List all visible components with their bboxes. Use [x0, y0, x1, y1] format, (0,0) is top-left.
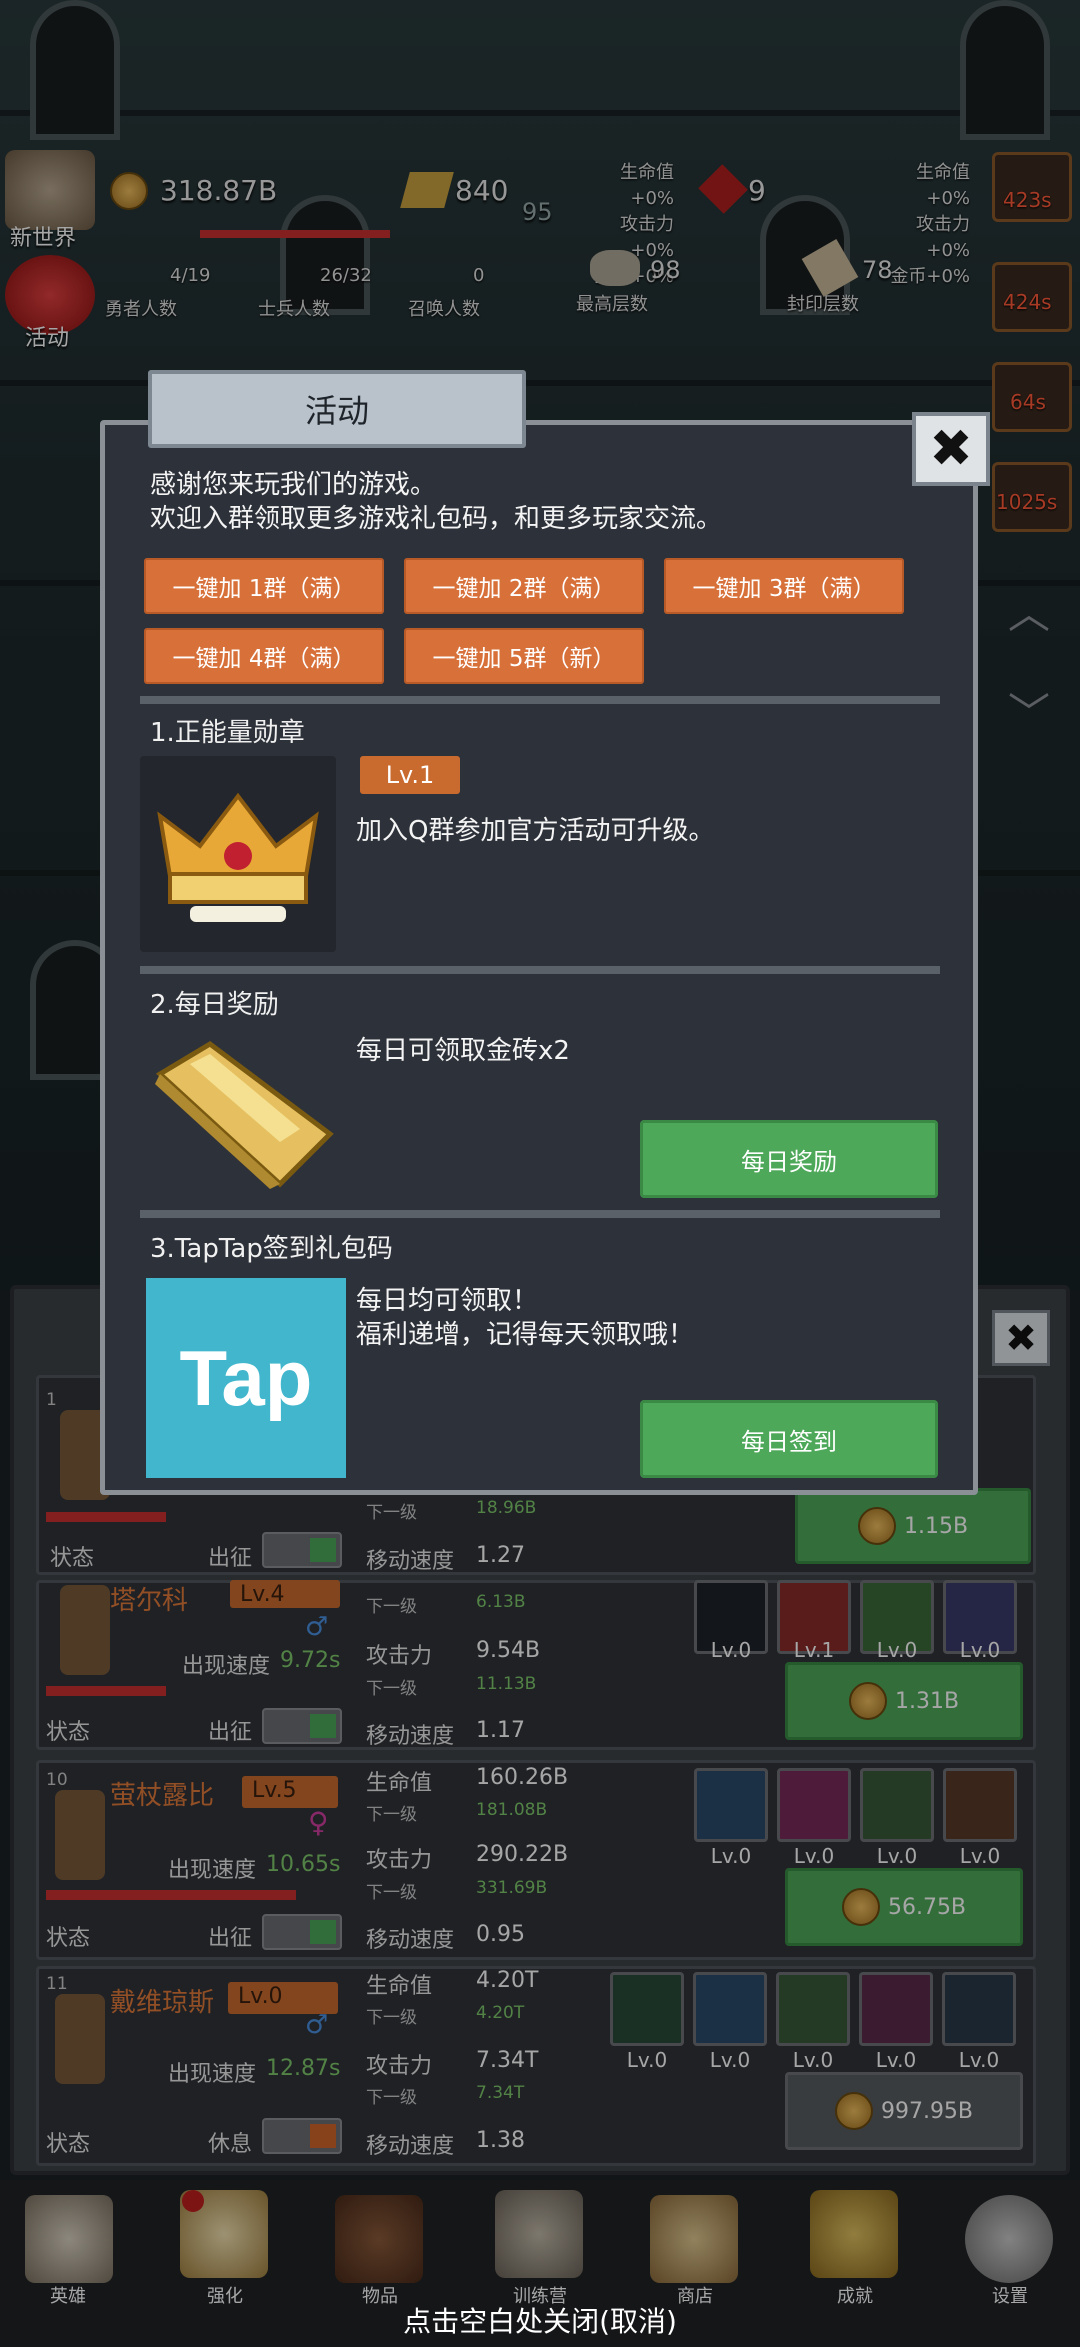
daily-checkin-button[interactable]: 每日签到 [640, 1400, 938, 1478]
join-group-2-button[interactable]: 一键加 2群（满） [404, 558, 644, 614]
daily-reward-button[interactable]: 每日奖励 [640, 1120, 938, 1198]
section-divider [140, 966, 940, 974]
close-icon[interactable]: ✖ [912, 412, 990, 486]
join-group-1-button[interactable]: 一键加 1群（满） [144, 558, 384, 614]
section-1-desc: 加入Q群参加官方活动可升级。 [356, 816, 715, 846]
section-1-title: 1.正能量勋章 [150, 718, 305, 748]
gold-bar-frame [150, 1034, 340, 1194]
section-2-title: 2.每日奖励 [150, 990, 279, 1020]
join-group-5-button[interactable]: 一键加 5群（新） [404, 628, 644, 684]
modal-title-text: 活动 [304, 392, 369, 430]
crown-medal-icon [157, 792, 319, 922]
section-3-desc-line1: 每日均可领取！ [356, 1286, 539, 1316]
modal-title: 活动 [148, 370, 526, 448]
section-3-desc-line2: 福利递增，记得每天领取哦！ [356, 1320, 695, 1350]
join-group-3-button[interactable]: 一键加 3群（满） [664, 558, 904, 614]
join-group-4-button[interactable]: 一键加 4群（满） [144, 628, 384, 684]
modal-intro-line1: 感谢您来玩我们的游戏。 [150, 470, 437, 500]
tap-to-close-hint[interactable]: 点击空白处关闭(取消) [0, 2300, 1080, 2340]
section-3-title: 3.TapTap签到礼包码 [150, 1234, 393, 1264]
taptap-logo: Tap [146, 1278, 346, 1478]
medal-frame [140, 756, 336, 952]
modal-intro-line2: 欢迎入群领取更多游戏礼包码，和更多玩家交流。 [150, 504, 723, 534]
medal-level-badge: Lv.1 [360, 756, 460, 794]
gold-bar-icon [155, 1040, 334, 1189]
section-divider [140, 1210, 940, 1218]
section-2-desc: 每日可领取金砖x2 [356, 1036, 570, 1066]
section-divider [140, 696, 940, 704]
